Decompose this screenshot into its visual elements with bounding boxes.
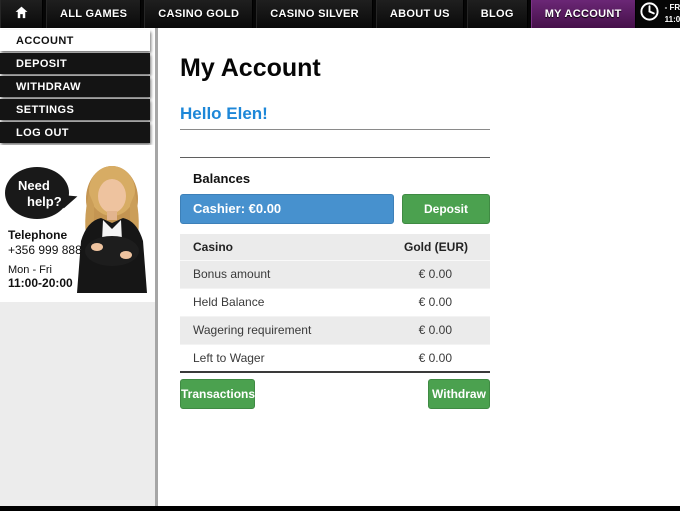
deposit-button[interactable]: Deposit <box>402 194 490 224</box>
withdraw-button[interactable]: Withdraw <box>428 379 490 409</box>
row-value: € 0.00 <box>367 288 490 316</box>
sidebar-filler <box>0 302 155 506</box>
bubble-text-line1: Need <box>18 178 50 193</box>
opening-hours-block: MON - FRI 11:00-20:00 <box>639 0 680 28</box>
table-row: Held Balance € 0.00 <box>180 288 490 316</box>
main-area: My Account Hello Elen! Balances Cashier:… <box>158 28 680 506</box>
transactions-button[interactable]: Transactions <box>180 379 255 409</box>
row-value: € 0.00 <box>367 316 490 344</box>
sidebar-item-logout[interactable]: LOG OUT <box>0 122 150 143</box>
bubble-text-line2: help? <box>27 194 69 210</box>
cashier-balance-button[interactable]: Cashier: €0.00 <box>180 194 394 224</box>
help-days: Mon - Fri <box>8 264 82 276</box>
account-menu: ACCOUNT DEPOSIT WITHDRAW SETTINGS LOG OU… <box>0 30 155 145</box>
telephone-label: Telephone <box>8 228 82 242</box>
nav-item-my-account[interactable]: MY ACCOUNT <box>531 0 636 28</box>
casino-account-page: ALL GAMES CASINO GOLD CASINO SILVER ABOU… <box>0 0 680 511</box>
nav-item-casino-gold[interactable]: CASINO GOLD <box>144 0 253 28</box>
sidebar-item-account[interactable]: ACCOUNT <box>0 30 150 51</box>
row-value: € 0.00 <box>367 344 490 372</box>
footer-actions: Transactions Withdraw <box>180 379 490 409</box>
balances-table: Casino Gold (EUR) Bonus amount € 0.00 He… <box>180 234 490 373</box>
divider-balances <box>180 157 490 158</box>
table-row: Wagering requirement € 0.00 <box>180 316 490 344</box>
nav-home-button[interactable] <box>0 0 43 28</box>
nav-item-about-us[interactable]: ABOUT US <box>376 0 464 28</box>
page-body: ACCOUNT DEPOSIT WITHDRAW SETTINGS LOG OU… <box>0 28 680 506</box>
balances-heading: Balances <box>180 171 490 186</box>
telephone-number: +356 999 888 <box>8 243 82 257</box>
nav-item-blog[interactable]: BLOG <box>467 0 528 28</box>
row-label: Left to Wager <box>180 344 367 372</box>
need-help-bubble: Need help? <box>5 167 69 219</box>
row-label: Held Balance <box>180 288 367 316</box>
sidebar-item-settings[interactable]: SETTINGS <box>0 99 150 120</box>
column-header-gold-eur: Gold (EUR) <box>367 234 490 260</box>
table-row: Bonus amount € 0.00 <box>180 260 490 288</box>
sidebar-item-withdraw[interactable]: WITHDRAW <box>0 76 150 97</box>
greeting-text: Hello Elen! <box>180 104 490 124</box>
divider-top <box>180 129 490 130</box>
table-header-row: Casino Gold (EUR) <box>180 234 490 260</box>
top-navigation: ALL GAMES CASINO GOLD CASINO SILVER ABOU… <box>0 0 680 28</box>
help-time: 11:00-20:00 <box>8 276 82 290</box>
account-content: My Account Hello Elen! Balances Cashier:… <box>180 54 490 409</box>
clock-icon <box>639 1 660 27</box>
page-title: My Account <box>180 54 490 83</box>
nav-item-casino-silver[interactable]: CASINO SILVER <box>256 0 373 28</box>
row-value: € 0.00 <box>367 260 490 288</box>
row-label: Wagering requirement <box>180 316 367 344</box>
need-help-panel: Need help? <box>0 145 155 302</box>
nav-item-all-games[interactable]: ALL GAMES <box>46 0 141 28</box>
home-icon <box>14 5 29 23</box>
hours-days: MON - FRI <box>665 0 680 14</box>
balance-actions: Cashier: €0.00 Deposit <box>180 194 490 224</box>
table-row: Left to Wager € 0.00 <box>180 344 490 372</box>
account-sidebar: ACCOUNT DEPOSIT WITHDRAW SETTINGS LOG OU… <box>0 28 158 506</box>
column-header-casino: Casino <box>180 234 367 260</box>
sidebar-item-deposit[interactable]: DEPOSIT <box>0 53 150 74</box>
contact-info: Telephone +356 999 888 Mon - Fri 11:00-2… <box>8 228 82 290</box>
row-label: Bonus amount <box>180 260 367 288</box>
